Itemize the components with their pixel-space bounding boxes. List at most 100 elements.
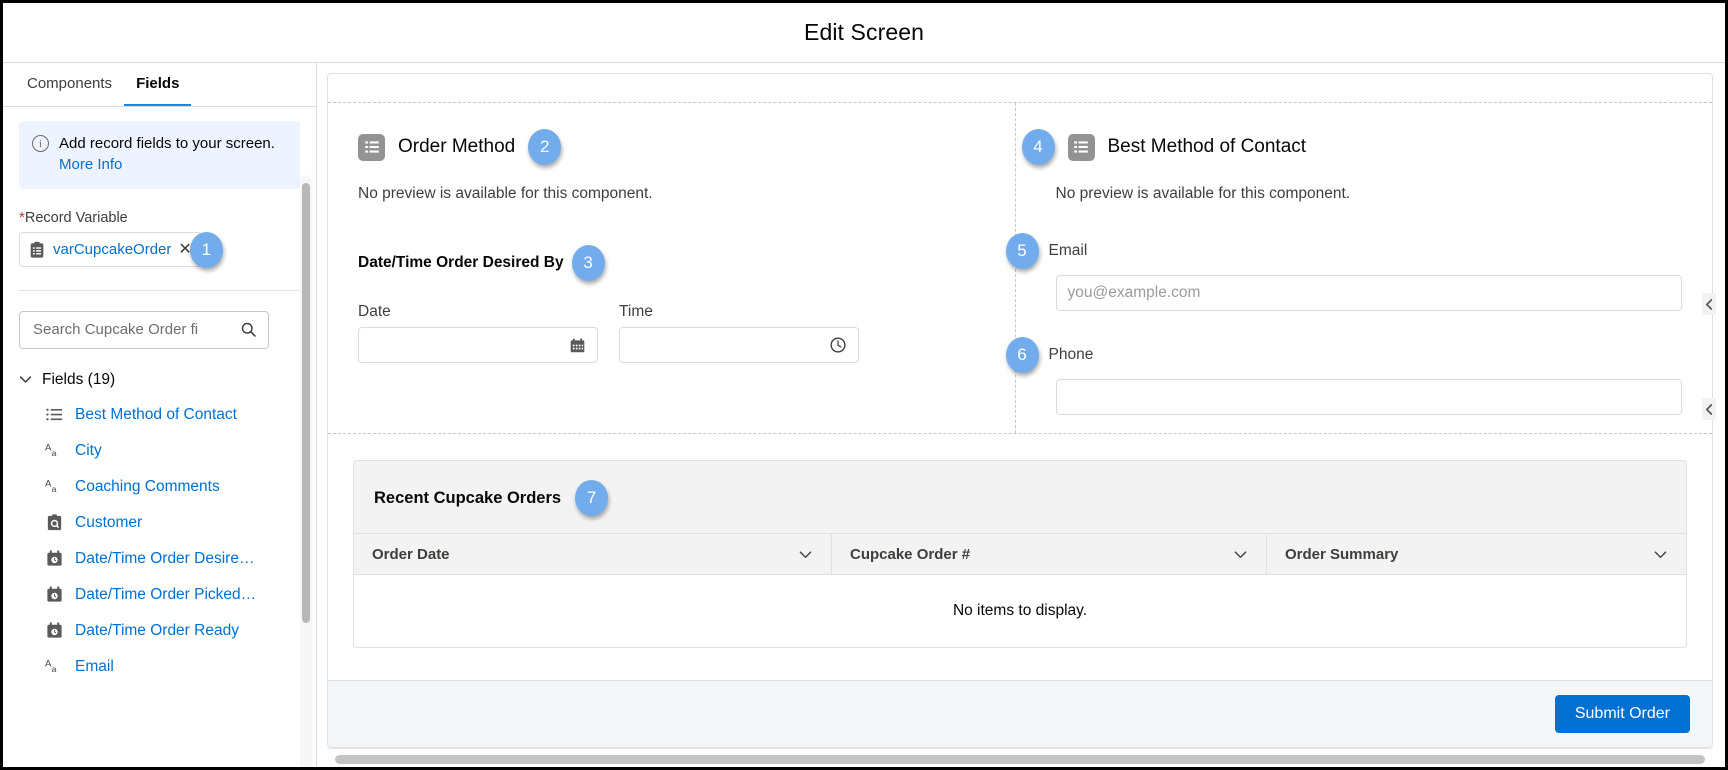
calendar-icon[interactable] bbox=[569, 337, 586, 354]
record-variable-value: varCupcakeOrder bbox=[53, 241, 172, 259]
recent-orders-section: Recent Cupcake Orders 7 Order Date Cupca… bbox=[328, 434, 1712, 674]
column-label: Order Summary bbox=[1285, 545, 1399, 563]
best-method-contact-column[interactable]: 4 Best Method of Contact No preview is a… bbox=[1005, 103, 1713, 433]
table-empty-state: No items to display. bbox=[354, 575, 1686, 647]
list-item[interactable]: A a Email bbox=[19, 649, 300, 685]
recent-orders-card: Recent Cupcake Orders 7 Order Date Cupca… bbox=[353, 460, 1687, 648]
list-item[interactable]: A a City bbox=[19, 433, 300, 469]
record-variable-pill[interactable]: varCupcakeOrder ✕ bbox=[19, 232, 202, 268]
component-row: Order Method 2 No preview is available f… bbox=[328, 102, 1712, 434]
picklist-icon bbox=[358, 133, 385, 161]
horizontal-scrollbar-track[interactable] bbox=[327, 748, 1713, 767]
date-input[interactable] bbox=[358, 327, 598, 363]
tab-components[interactable]: Components bbox=[15, 63, 124, 106]
order-method-header: Order Method 2 bbox=[358, 129, 985, 165]
page-title: Edit Screen bbox=[804, 19, 924, 45]
chevron-left-icon[interactable] bbox=[1705, 298, 1714, 310]
canvas-area: Order Method 2 No preview is available f… bbox=[317, 63, 1725, 767]
time-label: Time bbox=[619, 303, 653, 320]
phone-label-row: 6 Phone bbox=[1005, 337, 1683, 373]
email-placeholder: you@example.com bbox=[1067, 284, 1201, 301]
info-icon: i bbox=[32, 135, 49, 152]
clock-icon[interactable] bbox=[829, 336, 847, 354]
fields-group-header[interactable]: Fields (19) bbox=[19, 371, 300, 389]
phone-field[interactable] bbox=[1055, 379, 1682, 415]
column-header-cupcake-order[interactable]: Cupcake Order # bbox=[832, 534, 1267, 574]
svg-text:a: a bbox=[52, 664, 57, 674]
horizontal-scrollbar-thumb[interactable] bbox=[335, 755, 1705, 764]
main-body: Components Fields i Add record fields to… bbox=[3, 63, 1725, 767]
email-label: Email bbox=[1048, 242, 1088, 259]
email-label-row: 5 Email bbox=[1005, 233, 1683, 269]
email-field[interactable]: you@example.com bbox=[1055, 275, 1682, 311]
column-label: Cupcake Order # bbox=[850, 545, 971, 563]
text-icon: A a bbox=[45, 479, 57, 495]
list-item[interactable]: Date/Time Order Ready bbox=[19, 613, 300, 649]
field-label: Date/Time Order Desire… bbox=[75, 549, 255, 567]
search-fields-box[interactable] bbox=[19, 310, 269, 349]
canvas-footer: Submit Order bbox=[328, 680, 1712, 747]
list-item[interactable]: Best Method of Contact bbox=[19, 397, 300, 433]
field-label: Coaching Comments bbox=[75, 477, 220, 495]
search-input[interactable] bbox=[31, 320, 240, 340]
time-input[interactable] bbox=[619, 327, 859, 363]
datetime-section-header: Date/Time Order Desired By 3 bbox=[358, 245, 985, 281]
sidebar-scroll-region: i Add record fields to your screen. More… bbox=[3, 107, 316, 767]
callout-badge-1: 1 bbox=[189, 231, 223, 268]
field-label: Date/Time Order Picked… bbox=[75, 585, 257, 603]
fields-group-label: Fields (19) bbox=[42, 370, 116, 388]
sidebar-tabs: Components Fields bbox=[3, 63, 316, 107]
column-header-order-date[interactable]: Order Date bbox=[354, 534, 832, 574]
best-method-no-preview: No preview is available for this compone… bbox=[1055, 185, 1351, 202]
edit-screen-window: Edit Screen Components Fields i Add reco… bbox=[0, 0, 1728, 770]
fields-list: Best Method of Contact A a City A a Coac… bbox=[19, 397, 300, 685]
collapse-panel-handle-top[interactable] bbox=[1702, 293, 1716, 315]
field-label: Date/Time Order Ready bbox=[75, 621, 239, 639]
chevron-down-icon[interactable] bbox=[798, 547, 813, 562]
collapse-panel-handle-bottom[interactable] bbox=[1702, 398, 1716, 420]
info-message: Add record fields to your screen. bbox=[59, 135, 275, 152]
list-item[interactable]: Date/Time Order Picked… bbox=[19, 577, 300, 613]
more-info-link[interactable]: More Info bbox=[59, 156, 122, 173]
datetime-section-title: Date/Time Order Desired By bbox=[358, 254, 564, 271]
list-item[interactable]: A a Coaching Comments bbox=[19, 469, 300, 505]
datetime-inputs-row: Date Time bbox=[358, 303, 985, 363]
search-icon[interactable] bbox=[240, 321, 257, 338]
list-item[interactable]: Date/Time Order Desire… bbox=[19, 541, 300, 577]
chevron-left-icon[interactable] bbox=[1705, 403, 1714, 415]
text-icon: A a bbox=[45, 443, 57, 459]
datetime-icon bbox=[47, 622, 62, 638]
list-item[interactable]: Customer bbox=[19, 505, 300, 541]
order-method-title: Order Method bbox=[398, 136, 516, 157]
picklist-icon bbox=[1067, 133, 1095, 161]
picklist-icon bbox=[46, 408, 63, 421]
field-label: City bbox=[75, 441, 102, 459]
recent-orders-header: Recent Cupcake Orders 7 bbox=[354, 461, 1686, 533]
callout-badge-4: 4 bbox=[1021, 129, 1055, 165]
field-label: Best Method of Contact bbox=[75, 405, 237, 423]
order-method-column[interactable]: Order Method 2 No preview is available f… bbox=[328, 103, 1016, 433]
tab-fields[interactable]: Fields bbox=[124, 63, 192, 106]
chevron-down-icon[interactable] bbox=[19, 373, 32, 386]
submit-order-button[interactable]: Submit Order bbox=[1554, 695, 1690, 733]
svg-text:a: a bbox=[52, 484, 57, 494]
chevron-down-icon[interactable] bbox=[1233, 547, 1248, 562]
sidebar-scrollbar-thumb[interactable] bbox=[302, 183, 310, 623]
callout-badge-7: 7 bbox=[575, 480, 609, 516]
date-label: Date bbox=[358, 303, 391, 320]
datetime-icon bbox=[47, 586, 62, 602]
record-variable-field[interactable]: varCupcakeOrder ✕ 1 bbox=[19, 231, 300, 268]
field-label: Customer bbox=[75, 513, 143, 531]
callout-badge-6: 6 bbox=[1005, 337, 1039, 373]
svg-text:a: a bbox=[52, 448, 57, 458]
date-field-group: Date bbox=[358, 303, 598, 363]
canvas-top-spacer bbox=[328, 74, 1712, 102]
sidebar-divider bbox=[19, 289, 300, 291]
table-header-row: Order Date Cupcake Order # Order Summary bbox=[354, 533, 1686, 575]
chevron-down-icon[interactable] bbox=[1653, 547, 1668, 562]
left-sidebar: Components Fields i Add record fields to… bbox=[3, 63, 317, 767]
best-method-title: Best Method of Contact bbox=[1107, 136, 1307, 157]
record-variable-label: *Record Variable bbox=[19, 209, 300, 226]
column-header-order-summary[interactable]: Order Summary bbox=[1267, 534, 1686, 574]
order-method-no-preview: No preview is available for this compone… bbox=[358, 185, 653, 202]
